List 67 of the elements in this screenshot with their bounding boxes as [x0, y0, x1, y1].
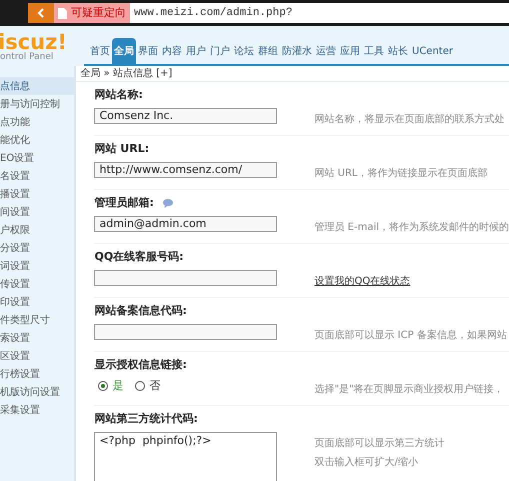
hint-text: 页面底部可以显示 ICP 备案信息，如果网站: [314, 328, 507, 343]
setting-label: 显示授权信息链接:: [94, 356, 187, 373]
sidebar-item[interactable]: 册与访问控制: [0, 95, 74, 113]
setting-label: QQ在线客服号码:: [94, 248, 184, 265]
text-field[interactable]: Comsenz Inc.: [94, 108, 278, 124]
sidebar-item[interactable]: 传设置: [0, 275, 74, 293]
setting-label: 网站名称:: [94, 86, 143, 103]
help-bubble-icon[interactable]: [162, 198, 174, 208]
text-field[interactable]: [94, 270, 278, 286]
sidebar-item[interactable]: 分设置: [0, 239, 74, 257]
text-field[interactable]: admin@admin.com: [94, 216, 278, 232]
sidebar-item[interactable]: 能优化: [0, 131, 74, 149]
sidebar-item[interactable]: 采集设置: [0, 401, 74, 419]
radio-label: 否: [149, 378, 160, 394]
sidebar-item[interactable]: 点信息: [0, 77, 74, 95]
url-text: www.meizi.com/admin.php?: [134, 6, 292, 21]
hint-text: 网站 URL，将作为链接显示在页面底部: [314, 166, 488, 181]
sidebar-item[interactable]: 点功能: [0, 113, 74, 131]
hint-text: 管理员 E-mail，将作为系统发邮件的时候的: [314, 220, 509, 235]
sidebar-item[interactable]: 词设置: [0, 257, 74, 275]
nav-tab[interactable]: 论坛: [232, 38, 256, 64]
nav-tab[interactable]: 内容: [160, 38, 184, 64]
nav-tab[interactable]: 首页: [88, 38, 112, 64]
nav-tab[interactable]: 工具: [362, 38, 386, 64]
hint-text: 选择"是"将在页脚显示商业授权用户链接，: [314, 382, 504, 397]
sidebar-item[interactable]: EO设置: [0, 149, 74, 167]
sidebar-item[interactable]: 索设置: [0, 329, 74, 347]
radio-button[interactable]: [98, 381, 108, 391]
address-field[interactable]: www.meizi.com/admin.php?: [130, 3, 509, 23]
setting-label: 管理员邮箱:: [94, 194, 154, 211]
sidebar-item[interactable]: 机版访问设置: [0, 383, 74, 401]
sidebar-item[interactable]: 行榜设置: [0, 365, 74, 383]
setting-label: 网站 URL:: [94, 140, 150, 157]
sidebar-item[interactable]: 间设置: [0, 203, 74, 221]
sidebar-item[interactable]: 件类型尺寸: [0, 311, 74, 329]
radio-button[interactable]: [135, 381, 146, 391]
text-field[interactable]: [94, 324, 278, 340]
qq-status-link[interactable]: 设置我的QQ在线状态: [314, 270, 410, 289]
setting-label: 网站第三方统计代码:: [94, 410, 198, 427]
nav-tab[interactable]: 门户: [208, 38, 232, 64]
logo-subtitle: ontrol Panel: [0, 53, 54, 62]
nav-tab[interactable]: 全局: [112, 38, 136, 64]
nav-tab[interactable]: 界面: [136, 38, 160, 64]
page-icon: [58, 8, 67, 18]
sidebar-item[interactable]: 印设置: [0, 293, 74, 311]
nav-tab[interactable]: UCenter: [410, 38, 455, 64]
nav-tab[interactable]: 群组: [256, 38, 280, 64]
nav-tab[interactable]: 站长: [386, 38, 410, 64]
sidebar-item[interactable]: 播设置: [0, 185, 74, 203]
code-field[interactable]: <?php phpinfo();?>: [94, 432, 278, 481]
radio-label: 是: [112, 378, 124, 394]
nav-tab[interactable]: 用户: [184, 38, 208, 64]
sidebar-item[interactable]: 名设置: [0, 167, 74, 185]
breadcrumb: 全局 » 站点信息 [+]: [80, 66, 172, 81]
logo-text: iscuz!: [0, 32, 68, 53]
nav-tab[interactable]: 运营: [314, 38, 338, 64]
nav-tab[interactable]: 防灌水: [280, 38, 314, 64]
back-button[interactable]: [28, 3, 54, 23]
setting-label: 网站备案信息代码:: [94, 302, 187, 319]
sidebar-item[interactable]: 区设置: [0, 347, 74, 365]
sidebar-item[interactable]: 户权限: [0, 221, 74, 239]
text-field[interactable]: http://www.comsenz.com/: [94, 162, 278, 178]
warning-text: 可疑重定向: [71, 4, 126, 21]
hint-text: 双击输入框可扩大/缩小: [314, 456, 419, 470]
hint-text: 页面底部可以显示第三方统计: [314, 436, 444, 451]
nav-tab[interactable]: 应用: [338, 38, 362, 64]
hint-text: 网站名称，将显示在页面底部的联系方式处: [314, 112, 504, 127]
